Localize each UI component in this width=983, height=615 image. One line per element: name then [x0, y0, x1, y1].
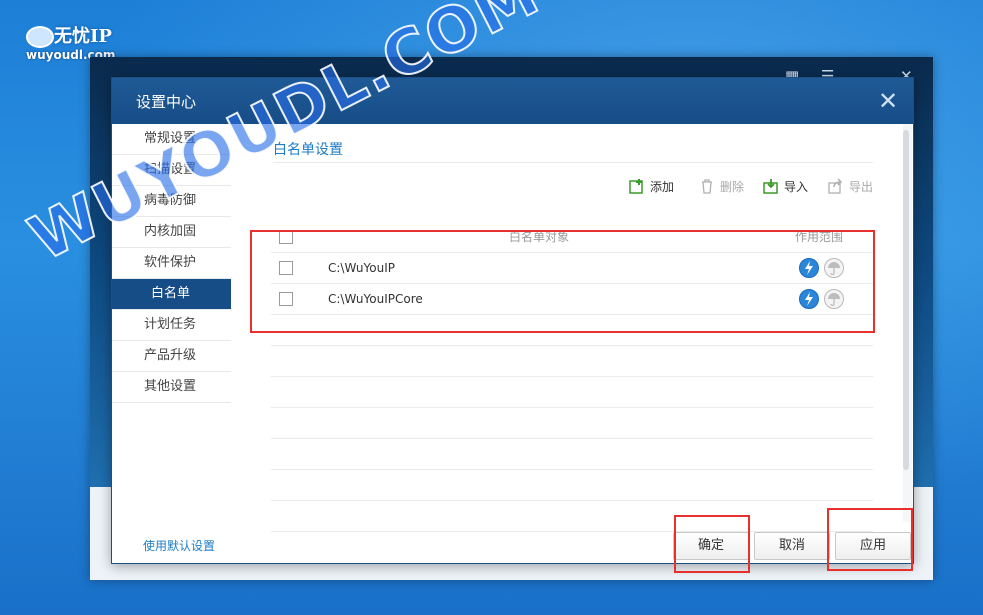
sidebar-item-virus-defense[interactable]: 病毒防御 [112, 186, 231, 217]
settings-sidebar: 常规设置 扫描设置 病毒防御 内核加固 软件保护 白名单 计划任务 产品升级 其… [112, 124, 238, 474]
empty-row [271, 470, 873, 501]
empty-row [271, 346, 873, 377]
table-header: 白名单对象 作用范围 [271, 222, 873, 253]
sidebar-item-kernel[interactable]: 内核加固 [112, 217, 231, 248]
reset-defaults-link[interactable]: 使用默认设置 [143, 537, 215, 554]
sidebar-item-upgrade[interactable]: 产品升级 [112, 341, 231, 372]
empty-row [271, 408, 873, 439]
empty-row [271, 439, 873, 470]
trash-icon [699, 178, 715, 194]
import-icon [763, 178, 779, 194]
import-button[interactable]: 导入 [763, 177, 808, 197]
table-row: C:\WuYouIP [271, 253, 873, 284]
empty-row [271, 315, 873, 346]
add-button[interactable]: 添加 [629, 177, 674, 197]
import-label: 导入 [784, 180, 809, 194]
export-button[interactable]: 导出 [828, 177, 873, 197]
content-area: 白名单设置 添加 删除 导入 导出 白名单对象 作用范围 C:\WuYouIP … [231, 124, 912, 532]
row-checkbox[interactable] [279, 292, 293, 306]
whitelist-panel: 白名单设置 添加 删除 导入 导出 白名单对象 作用范围 C:\WuYouIP … [231, 124, 903, 532]
whitelist-path: C:\WuYouIP [328, 261, 395, 275]
dialog-header: 设置中心 ✕ [112, 78, 913, 124]
row-checkbox[interactable] [279, 261, 293, 275]
add-icon [629, 178, 645, 194]
delete-button[interactable]: 删除 [699, 177, 744, 197]
delete-label: 删除 [720, 180, 745, 194]
ok-button[interactable]: 确定 [673, 532, 749, 560]
sidebar-item-scan[interactable]: 扫描设置 [112, 155, 231, 186]
umbrella-icon[interactable] [824, 289, 844, 309]
fish-logo-icon [26, 26, 54, 48]
empty-row [271, 377, 873, 408]
whitelist-path: C:\WuYouIPCore [328, 292, 423, 306]
close-icon[interactable]: ✕ [873, 86, 903, 116]
sidebar-item-general[interactable]: 常规设置 [112, 124, 231, 155]
add-label: 添加 [650, 180, 675, 194]
umbrella-icon[interactable] [824, 258, 844, 278]
sidebar-item-software-protection[interactable]: 软件保护 [112, 248, 231, 279]
divider [273, 162, 873, 163]
column-header-scope: 作用范围 [795, 230, 844, 244]
lightning-icon[interactable] [799, 258, 819, 278]
column-header-object: 白名单对象 [509, 230, 570, 244]
empty-row [271, 501, 873, 532]
lightning-icon[interactable] [799, 289, 819, 309]
cancel-button[interactable]: 取消 [754, 532, 830, 560]
vertical-scrollbar[interactable] [903, 130, 909, 470]
logo-title: 无忧IP [54, 26, 112, 47]
export-icon [828, 178, 844, 194]
apply-button[interactable]: 应用 [835, 532, 911, 560]
table-row: C:\WuYouIPCore [271, 284, 873, 315]
dialog-title: 设置中心 [136, 93, 197, 111]
section-title: 白名单设置 [273, 142, 343, 158]
whitelist-table: 白名单对象 作用范围 C:\WuYouIP C:\WuYouIPCore [271, 222, 873, 532]
sidebar-item-other[interactable]: 其他设置 [112, 372, 231, 403]
sidebar-item-scheduled-tasks[interactable]: 计划任务 [112, 310, 231, 341]
settings-dialog: 设置中心 ✕ 常规设置 扫描设置 病毒防御 内核加固 软件保护 白名单 计划任务… [111, 77, 914, 564]
select-all-checkbox[interactable] [279, 230, 293, 244]
export-label: 导出 [849, 180, 874, 194]
sidebar-item-whitelist[interactable]: 白名单 [112, 279, 238, 310]
